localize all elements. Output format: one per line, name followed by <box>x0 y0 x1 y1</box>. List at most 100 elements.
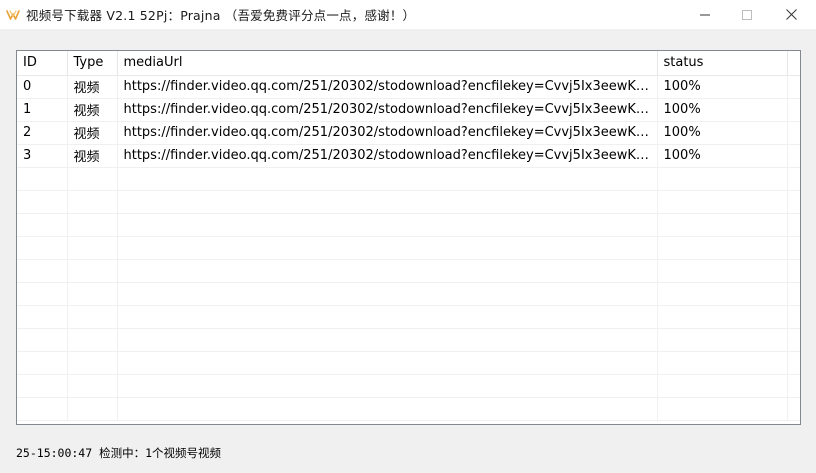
cell-status: 100% <box>657 121 788 145</box>
cell-id: 0 <box>17 75 68 99</box>
cell-type: 视频 <box>67 144 118 168</box>
empty-cell <box>657 351 788 375</box>
empty-cell <box>657 259 788 283</box>
empty-row <box>17 305 800 329</box>
empty-cell <box>787 374 800 398</box>
window-title: 视频号下载器 V2.1 52Pj：Prajna （吾爱免费评分点一点，感谢！） <box>26 8 416 23</box>
close-icon <box>786 9 797 20</box>
empty-cell <box>67 190 118 214</box>
empty-cell <box>17 259 68 283</box>
column-header-media-url[interactable]: mediaUrl <box>117 51 658 76</box>
empty-cell <box>787 397 800 421</box>
minimize-icon <box>699 10 710 20</box>
empty-cell <box>67 259 118 283</box>
cell-media-url: https://finder.video.qq.com/251/20302/st… <box>117 144 658 168</box>
empty-row <box>17 213 800 237</box>
cell-status: 100% <box>657 98 788 122</box>
cell-filler <box>787 98 800 122</box>
empty-cell <box>67 236 118 260</box>
empty-row <box>17 190 800 214</box>
empty-cell <box>67 397 118 421</box>
empty-cell <box>67 328 118 352</box>
empty-cell <box>787 328 800 352</box>
empty-cell <box>17 190 68 214</box>
empty-cell <box>17 397 68 421</box>
app-logo-icon <box>6 7 20 21</box>
empty-cell <box>787 305 800 329</box>
cell-filler <box>787 144 800 168</box>
empty-cell <box>657 190 788 214</box>
maximize-icon <box>741 9 752 20</box>
empty-cell <box>117 213 658 237</box>
empty-cell <box>117 167 658 191</box>
empty-cell <box>17 328 68 352</box>
empty-cell <box>117 305 658 329</box>
table-row[interactable]: 1 视频 https://finder.video.qq.com/251/203… <box>17 98 800 122</box>
empty-row <box>17 374 800 398</box>
cell-filler <box>787 121 800 145</box>
status-bar-text: 25-15:00:47 检测中：1个视频号视频 <box>16 446 222 460</box>
empty-cell <box>17 236 68 260</box>
empty-row <box>17 328 800 352</box>
empty-cell <box>17 374 68 398</box>
empty-cell <box>787 282 800 306</box>
cell-type: 视频 <box>67 121 118 145</box>
cell-id: 2 <box>17 121 68 145</box>
table-row[interactable]: 3 视频 https://finder.video.qq.com/251/203… <box>17 144 800 168</box>
empty-cell <box>787 190 800 214</box>
empty-cell <box>657 305 788 329</box>
table-row[interactable]: 0 视频 https://finder.video.qq.com/251/203… <box>17 75 800 99</box>
empty-cell <box>67 167 118 191</box>
empty-cell <box>657 236 788 260</box>
empty-cell <box>657 213 788 237</box>
table-header-row: ID Type mediaUrl status <box>17 51 800 76</box>
empty-cell <box>67 374 118 398</box>
maximize-button[interactable] <box>724 0 769 29</box>
cell-id: 1 <box>17 98 68 122</box>
empty-cell <box>117 351 658 375</box>
empty-cell <box>117 236 658 260</box>
close-button[interactable] <box>769 0 814 29</box>
column-header-type[interactable]: Type <box>67 51 118 76</box>
empty-row <box>17 351 800 375</box>
cell-filler <box>787 75 800 99</box>
empty-cell <box>17 282 68 306</box>
empty-cell <box>657 328 788 352</box>
media-list-grid[interactable]: ID Type mediaUrl status 0 视频 https://fin… <box>16 50 801 425</box>
empty-cell <box>657 397 788 421</box>
cell-media-url: https://finder.video.qq.com/251/20302/st… <box>117 98 658 122</box>
empty-cell <box>117 328 658 352</box>
empty-row <box>17 397 800 421</box>
cell-type: 视频 <box>67 75 118 99</box>
empty-cell <box>117 397 658 421</box>
empty-cell <box>17 213 68 237</box>
cell-status: 100% <box>657 144 788 168</box>
empty-cell <box>17 351 68 375</box>
empty-cell <box>657 282 788 306</box>
empty-cell <box>117 374 658 398</box>
table-row[interactable]: 2 视频 https://finder.video.qq.com/251/203… <box>17 121 800 145</box>
empty-row <box>17 167 800 191</box>
empty-cell <box>787 351 800 375</box>
empty-cell <box>67 213 118 237</box>
empty-cell <box>657 167 788 191</box>
empty-row <box>17 259 800 283</box>
empty-row <box>17 236 800 260</box>
empty-cell <box>787 167 800 191</box>
cell-media-url: https://finder.video.qq.com/251/20302/st… <box>117 121 658 145</box>
cell-media-url: https://finder.video.qq.com/251/20302/st… <box>117 75 658 99</box>
media-table: ID Type mediaUrl status 0 视频 https://fin… <box>17 51 800 421</box>
empty-cell <box>17 167 68 191</box>
empty-cell <box>787 213 800 237</box>
column-header-status[interactable]: status <box>657 51 788 76</box>
title-bar[interactable]: 视频号下载器 V2.1 52Pj：Prajna （吾爱免费评分点一点，感谢！） <box>0 0 816 29</box>
empty-cell <box>67 305 118 329</box>
column-header-filler <box>787 51 800 76</box>
cell-status: 100% <box>657 75 788 99</box>
empty-cell <box>657 374 788 398</box>
minimize-button[interactable] <box>682 0 727 29</box>
column-header-id[interactable]: ID <box>17 51 68 76</box>
empty-cell <box>67 351 118 375</box>
empty-cell <box>787 236 800 260</box>
empty-cell <box>117 259 658 283</box>
